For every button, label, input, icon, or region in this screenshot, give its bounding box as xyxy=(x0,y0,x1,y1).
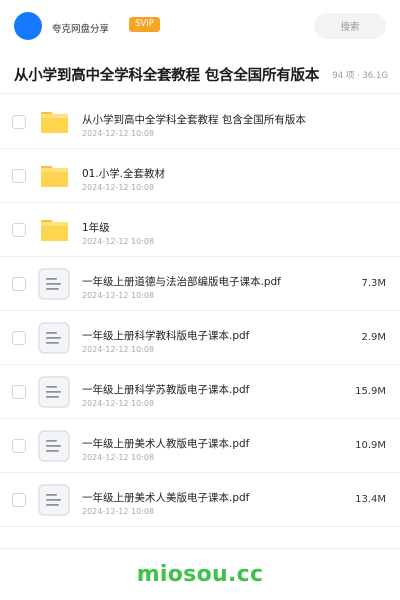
folder-meta: 94 项 · 36.1G xyxy=(332,69,388,81)
file-row[interactable]: 一年级上册科学教科版电子课本.pdf 2024-12-12 10:08 2.9M xyxy=(0,311,400,365)
page-title: 从小学到高中全学科全套教程 包含全国所有版本 xyxy=(14,68,320,84)
item-name[interactable]: 01.小学.全套教材 xyxy=(82,166,165,181)
folder-icon xyxy=(38,106,70,138)
row-checkbox[interactable] xyxy=(12,385,26,399)
item-name[interactable]: 一年级上册美术人美版电子课本.pdf xyxy=(82,490,249,505)
brand-watermark: miosou.cc xyxy=(136,562,264,587)
file-row[interactable]: 一年级上册美术人美版电子课本.pdf 2024-12-12 10:08 13.4M xyxy=(0,473,400,527)
item-size: 10.9M xyxy=(355,440,386,451)
folder-row[interactable]: 从小学到高中全学科全套教程 包含全国所有版本 2024-12-12 10:08 xyxy=(0,95,400,149)
row-checkbox[interactable] xyxy=(12,331,26,345)
svip-badge: SVIP xyxy=(129,16,160,32)
item-name[interactable]: 从小学到高中全学科全套教程 包含全国所有版本 xyxy=(82,112,306,127)
item-name[interactable]: 一年级上册科学苏教版电子课本.pdf xyxy=(82,382,249,397)
document-icon xyxy=(38,484,70,516)
item-name[interactable]: 1年级 xyxy=(82,220,110,235)
folder-icon xyxy=(38,214,70,246)
folder-title-row: 从小学到高中全学科全套教程 包含全国所有版本 94 项 · 36.1G xyxy=(0,56,400,94)
row-checkbox[interactable] xyxy=(12,115,26,129)
file-list: 从小学到高中全学科全套教程 包含全国所有版本 2024-12-12 10:08 01… xyxy=(0,95,400,527)
file-row[interactable]: 一年级上册道德与法治部编版电子课本.pdf 2024-12-12 10:08 7.3… xyxy=(0,257,400,311)
item-name[interactable]: 一年级上册科学教科版电子课本.pdf xyxy=(82,328,249,343)
row-checkbox[interactable] xyxy=(12,439,26,453)
item-date: 2024-12-12 10:08 xyxy=(82,453,155,462)
document-icon xyxy=(38,268,70,300)
footer: miosou.cc xyxy=(0,548,400,600)
item-date: 2024-12-12 10:08 xyxy=(82,291,155,300)
file-row[interactable]: 一年级上册美术人教版电子课本.pdf 2024-12-12 10:08 10.9M xyxy=(0,419,400,473)
item-date: 2024-12-12 10:08 xyxy=(82,345,155,354)
folder-icon xyxy=(38,160,70,192)
item-date: 2024-12-12 10:08 xyxy=(82,129,155,138)
item-date: 2024-12-12 10:08 xyxy=(82,237,155,246)
item-size: 15.9M xyxy=(355,386,386,397)
item-size: 2.9M xyxy=(361,332,386,343)
item-date: 2024-12-12 10:08 xyxy=(82,399,155,408)
item-date: 2024-12-12 10:08 xyxy=(82,507,155,516)
row-checkbox[interactable] xyxy=(12,493,26,507)
avatar[interactable] xyxy=(14,12,42,40)
document-icon xyxy=(38,322,70,354)
document-icon xyxy=(38,430,70,462)
item-date: 2024-12-12 10:08 xyxy=(82,183,155,192)
share-name: 夸克网盘分享 xyxy=(52,23,110,35)
row-checkbox[interactable] xyxy=(12,223,26,237)
item-size: 7.3M xyxy=(361,278,386,289)
item-name[interactable]: 一年级上册美术人教版电子课本.pdf xyxy=(82,436,249,451)
document-icon xyxy=(38,376,70,408)
row-checkbox[interactable] xyxy=(12,169,26,183)
share-header: 夸克网盘分享 SVIP 搜索 xyxy=(0,0,400,52)
item-name[interactable]: 一年级上册道德与法治部编版电子课本.pdf xyxy=(82,274,281,289)
file-row[interactable]: 一年级上册科学苏教版电子课本.pdf 2024-12-12 10:08 15.9M xyxy=(0,365,400,419)
row-checkbox[interactable] xyxy=(12,277,26,291)
folder-row[interactable]: 1年级 2024-12-12 10:08 xyxy=(0,203,400,257)
search-button[interactable]: 搜索 xyxy=(314,13,386,39)
folder-row[interactable]: 01.小学.全套教材 2024-12-12 10:08 xyxy=(0,149,400,203)
item-size: 13.4M xyxy=(355,494,386,505)
